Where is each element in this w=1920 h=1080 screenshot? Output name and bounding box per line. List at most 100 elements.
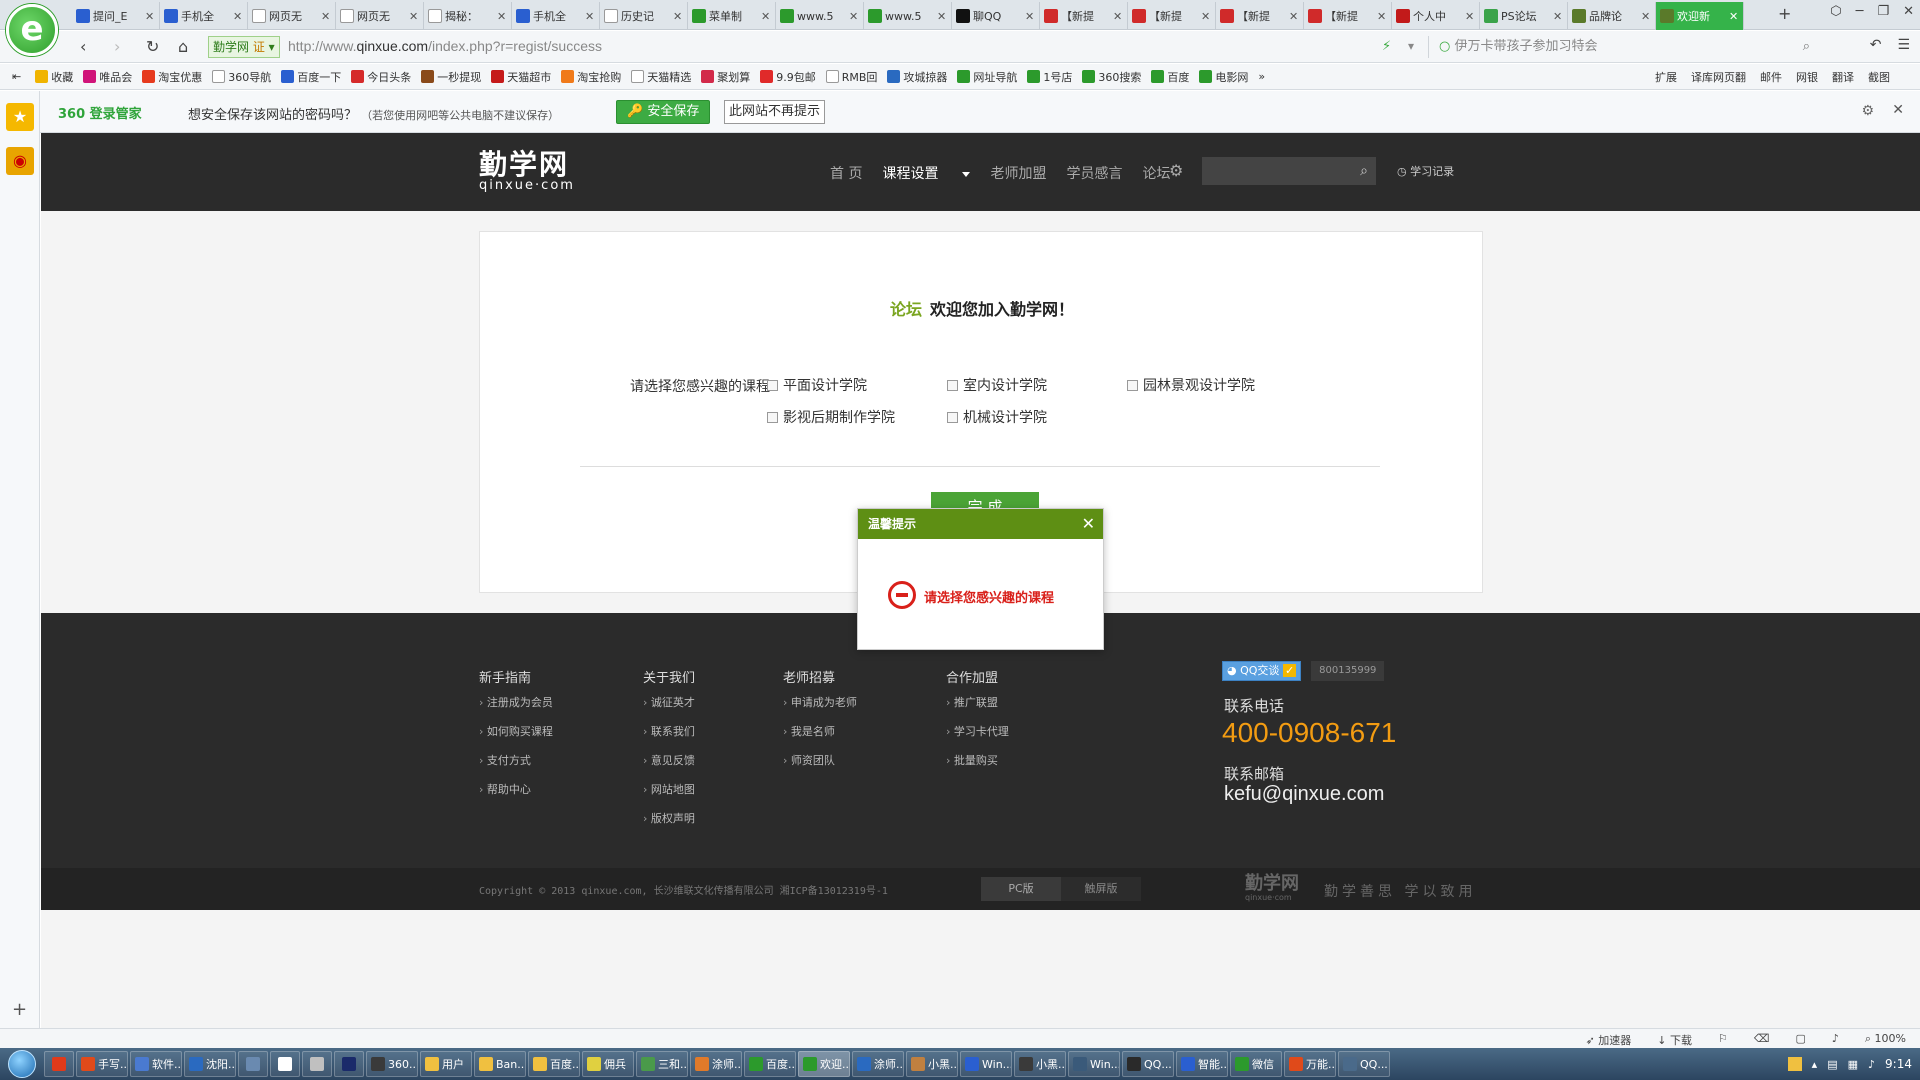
tab-close-icon[interactable]: ✕ <box>1289 10 1299 23</box>
course-checkbox-graphic-design[interactable]: 平面设计学院 <box>767 375 867 395</box>
footer-link[interactable]: 推广联盟 <box>946 695 1009 724</box>
forward-icon[interactable]: › <box>114 37 120 56</box>
extension-item[interactable]: 邮件 <box>1760 69 1782 85</box>
footer-link[interactable]: 版权声明 <box>643 811 695 840</box>
tab-close-icon[interactable]: ✕ <box>321 10 331 23</box>
taskbar-button[interactable]: 欢迎... <box>798 1051 850 1077</box>
search-icon[interactable]: ⌕ <box>1803 36 1810 58</box>
clear-icon[interactable]: ⌫ <box>1754 1032 1770 1048</box>
extension-item[interactable]: 扩展 <box>1655 69 1677 85</box>
qq-chat-button[interactable]: ◕ QQ交谈 ✓ <box>1222 661 1302 681</box>
taskbar-button[interactable]: 涂师... <box>690 1051 742 1077</box>
taskbar-button[interactable]: 小黑... <box>906 1051 958 1077</box>
tab-close-icon[interactable]: ✕ <box>1025 10 1035 23</box>
extension-item[interactable]: 翻译 <box>1832 69 1854 85</box>
accelerator-button[interactable]: ➶ 加速器 <box>1586 1032 1632 1048</box>
site-search-input[interactable] <box>1202 157 1352 185</box>
add-sidebar-icon[interactable]: + <box>12 999 27 1020</box>
taskbar-button[interactable] <box>44 1051 74 1077</box>
bookmark-item[interactable]: 唯品会 <box>83 69 132 85</box>
close-icon[interactable]: ✕ <box>1892 102 1904 118</box>
safe-save-button[interactable]: 🔑 安全保存 <box>616 100 711 124</box>
favorites-star-icon[interactable]: ★ <box>6 103 34 131</box>
taskbar-button[interactable]: 佣兵 <box>582 1051 634 1077</box>
footer-link[interactable]: 网站地图 <box>643 782 695 811</box>
taskbar-button[interactable] <box>334 1051 364 1077</box>
taskbar-button[interactable]: 万能... <box>1284 1051 1336 1077</box>
close-window-button[interactable]: ✕ <box>1903 4 1914 19</box>
course-checkbox-video-post[interactable]: 影视后期制作学院 <box>767 407 895 427</box>
tab-close-icon[interactable]: ✕ <box>1553 10 1563 23</box>
browser-tab[interactable]: PS论坛 ✕ <box>1480 2 1568 30</box>
tray-expand-icon[interactable]: ▴ <box>1812 1058 1818 1071</box>
bookmark-item[interactable]: RMB回 <box>825 69 877 85</box>
bookmark-item[interactable]: 聚划算 <box>701 69 750 85</box>
footer-link[interactable]: 我是名师 <box>783 724 857 753</box>
browser-tab[interactable]: 菜单制 ✕ <box>688 2 776 30</box>
taskbar-button[interactable]: 三和... <box>636 1051 688 1077</box>
taskbar-button[interactable] <box>302 1051 332 1077</box>
course-checkbox-interior-design[interactable]: 室内设计学院 <box>947 375 1047 395</box>
flag-icon[interactable]: ⚐ <box>1718 1032 1728 1048</box>
extension-item[interactable]: 译库网页翻 <box>1691 69 1746 85</box>
url-field[interactable]: http://www.qinxue.com/index.php?r=regist… <box>288 38 602 54</box>
bookmark-item[interactable]: 网址导航 <box>957 69 1017 85</box>
bookmark-item[interactable]: 淘宝优惠 <box>142 69 202 85</box>
taskbar-button[interactable]: 软件... <box>130 1051 182 1077</box>
bookmark-item[interactable]: 360导航 <box>212 69 271 85</box>
browser-tab[interactable]: www.5 ✕ <box>776 2 864 30</box>
footer-link[interactable]: 诚征英才 <box>643 695 695 724</box>
footer-link[interactable]: 联系我们 <box>643 724 695 753</box>
taskbar-button[interactable]: QQ... <box>1338 1051 1390 1077</box>
clock[interactable]: 9:14 <box>1885 1057 1912 1071</box>
undo-icon[interactable]: ↶ <box>1870 37 1882 53</box>
browser-logo-icon[interactable]: e <box>6 4 58 56</box>
taskbar-button[interactable]: 微信 <box>1230 1051 1282 1077</box>
tab-close-icon[interactable]: ✕ <box>145 10 155 23</box>
tab-close-icon[interactable]: ✕ <box>585 10 595 23</box>
course-checkbox-landscape-design[interactable]: 园林景观设计学院 <box>1127 375 1255 395</box>
bookmarks-more-button[interactable]: » <box>1258 70 1265 83</box>
bookmark-item[interactable]: 9.9包邮 <box>760 69 816 85</box>
tab-close-icon[interactable]: ✕ <box>761 10 771 23</box>
tab-close-icon[interactable]: ✕ <box>1729 10 1739 23</box>
browser-tab[interactable]: 提问_E ✕ <box>72 2 160 30</box>
speed-icon[interactable]: ⚡ <box>1382 39 1391 54</box>
bookmark-item[interactable]: 天猫超市 <box>491 69 551 85</box>
course-checkbox-mechanical-design[interactable]: 机械设计学院 <box>947 407 1047 427</box>
study-history-link[interactable]: ◷ 学习记录 <box>1397 163 1454 179</box>
footer-link[interactable]: 帮助中心 <box>479 782 553 811</box>
footer-link[interactable]: 注册成为会员 <box>479 695 553 724</box>
tray-icon[interactable]: ▤ <box>1827 1058 1837 1071</box>
footer-link[interactable]: 批量购买 <box>946 753 1009 782</box>
nav-testimonials[interactable]: 学员感言 <box>1066 163 1122 183</box>
extension-item[interactable]: 网银 <box>1796 69 1818 85</box>
footer-link[interactable]: 支付方式 <box>479 753 553 782</box>
browser-tab[interactable]: 网页无 ✕ <box>248 2 336 30</box>
taskbar-button[interactable]: 小黑... <box>1014 1051 1066 1077</box>
tab-close-icon[interactable]: ✕ <box>233 10 243 23</box>
browser-tab[interactable]: 【新提 ✕ <box>1128 2 1216 30</box>
browser-tab[interactable]: www.5 ✕ <box>864 2 952 30</box>
sidebar-toggle-icon[interactable]: ⇤ <box>12 70 21 83</box>
tab-close-icon[interactable]: ✕ <box>849 10 859 23</box>
taskbar-button[interactable] <box>238 1051 268 1077</box>
browser-tab[interactable]: 个人中 ✕ <box>1392 2 1480 30</box>
start-button[interactable] <box>0 1048 44 1080</box>
taskbar-button[interactable] <box>270 1051 300 1077</box>
nav-home[interactable]: 首 页 <box>830 163 862 183</box>
browser-tab[interactable]: 手机全 ✕ <box>160 2 248 30</box>
taskbar-button[interactable]: 百度... <box>744 1051 796 1077</box>
dialog-close-icon[interactable]: ✕ <box>1082 514 1095 533</box>
mail-address[interactable]: kefu@qinxue.com <box>1224 783 1384 806</box>
menu-icon[interactable]: ☰ <box>1897 37 1910 53</box>
taskbar-button[interactable]: Win... <box>960 1051 1012 1077</box>
certificate-badge[interactable]: 勤学网 证 ▾ <box>208 36 280 58</box>
footer-link[interactable]: 如何购买课程 <box>479 724 553 753</box>
volume-tray-icon[interactable]: ♪ <box>1868 1058 1875 1071</box>
touch-version-button[interactable]: 触屏版 <box>1061 877 1141 901</box>
zoom-level[interactable]: ⌕ 100% <box>1865 1032 1906 1048</box>
bookmark-item[interactable]: 百度一下 <box>281 69 341 85</box>
browser-tab[interactable]: 【新提 ✕ <box>1216 2 1304 30</box>
footer-link[interactable]: 意见反馈 <box>643 753 695 782</box>
